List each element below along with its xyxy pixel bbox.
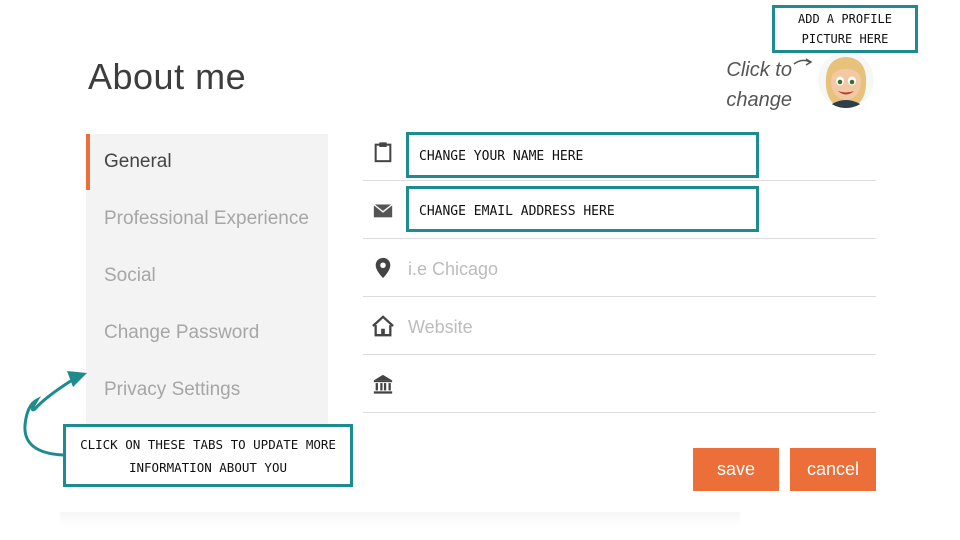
callout-tabs: CLICK ON THESE TABS TO UPDATE MORE INFOR… xyxy=(63,424,353,487)
website-input[interactable] xyxy=(406,313,810,341)
sidebar-item-professional-experience[interactable]: Professional Experience xyxy=(86,191,328,247)
home-icon xyxy=(372,315,394,337)
location-pin-icon xyxy=(375,257,391,279)
sidebar-item-social[interactable]: Social xyxy=(86,248,328,304)
institution-field-row xyxy=(363,355,876,413)
click-to-change-text: Click to change xyxy=(726,59,792,111)
clipboard-icon xyxy=(374,142,392,163)
location-field-row xyxy=(363,239,876,297)
avatar[interactable] xyxy=(818,52,874,108)
callout-name: CHANGE YOUR NAME HERE xyxy=(406,132,759,178)
sidebar-item-privacy-settings[interactable]: Privacy Settings xyxy=(86,362,328,418)
cancel-button[interactable]: cancel xyxy=(790,448,876,491)
avatar-emoji-icon xyxy=(818,52,874,108)
card-shadow xyxy=(60,512,740,526)
sidebar-item-general[interactable]: General xyxy=(86,134,328,190)
curved-arrow-icon xyxy=(793,58,813,66)
envelope-icon xyxy=(373,203,393,218)
page-title: About me xyxy=(88,56,247,97)
callout-email: CHANGE EMAIL ADDRESS HERE xyxy=(406,186,759,232)
save-button[interactable]: save xyxy=(693,448,779,491)
bank-icon xyxy=(373,374,393,394)
callout-profile-picture: ADD A PROFILE PICTURE HERE xyxy=(772,5,918,53)
sidebar-item-change-password[interactable]: Change Password xyxy=(86,305,328,361)
institution-input[interactable] xyxy=(406,371,810,399)
website-field-row xyxy=(363,297,876,355)
location-input[interactable] xyxy=(406,255,810,283)
sidebar: General Professional Experience Social C… xyxy=(86,134,328,424)
